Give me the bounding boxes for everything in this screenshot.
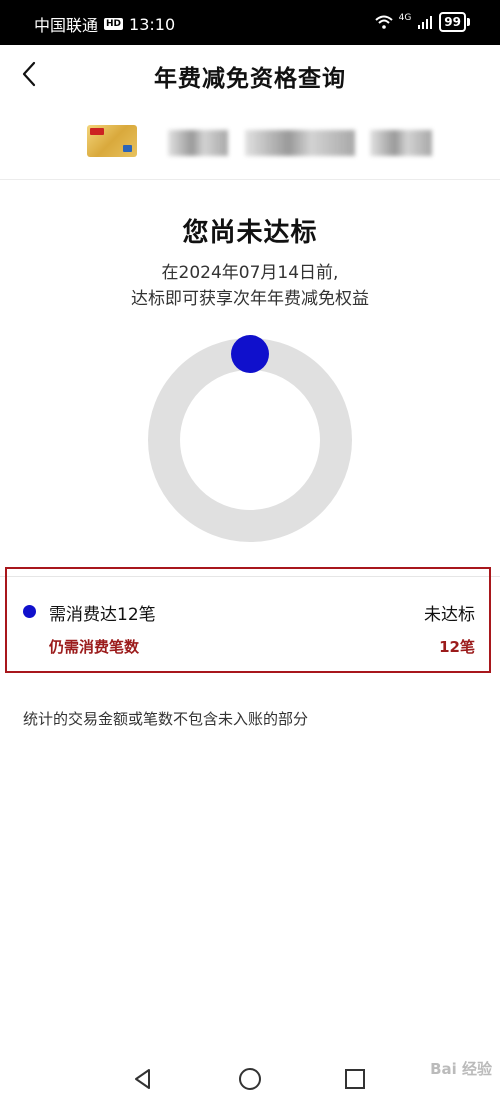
carrier-label: 中国联通: [34, 16, 99, 35]
status-bar: 中国联通 HD 13:10 4G 99: [0, 0, 500, 45]
result-description: 在2024年07月14日前, 达标即可获享次年年费减免权益: [0, 260, 500, 312]
status-right: 4G 99: [374, 12, 470, 32]
bank-logo-icon: [90, 128, 104, 135]
progress-ring: [148, 335, 352, 542]
network-type: 4G: [398, 13, 412, 23]
nav-recents-square-icon[interactable]: [340, 1064, 370, 1094]
masked-card-info: [245, 130, 355, 156]
footnote: 统计的交易金额或笔数不包含未入账的部分: [23, 710, 309, 728]
clock: 13:10: [129, 14, 176, 34]
credit-card-image: [87, 125, 137, 157]
requirement-dot-icon: [23, 605, 36, 618]
progress-indicator-dot: [231, 335, 269, 373]
watermark: Bai 经验: [430, 1060, 492, 1078]
result-description-line1: 在2024年07月14日前,: [161, 263, 339, 283]
nav-home-circle-icon[interactable]: [235, 1064, 265, 1094]
progress-ring-track: [148, 338, 352, 542]
remaining-value: 12笔: [439, 638, 475, 656]
result-title: 您尚未达标: [182, 218, 318, 248]
result-description-line2: 达标即可获享次年年费减免权益: [131, 289, 369, 309]
masked-card-info: [168, 130, 228, 156]
battery-icon: 99: [439, 12, 466, 32]
requirement-status: 未达标: [424, 605, 475, 625]
remaining-label: 仍需消费笔数: [49, 638, 140, 656]
signal-icon: [418, 16, 433, 29]
system-nav-bar: [0, 1050, 500, 1111]
status-left: 中国联通 HD 13:10: [34, 12, 175, 36]
wifi-icon: [374, 15, 393, 29]
requirement-label: 需消费达12笔: [49, 605, 156, 625]
masked-card-info: [370, 130, 432, 156]
header: 年费减免资格查询: [0, 45, 500, 105]
battery-tip: [467, 18, 470, 26]
card-network-icon: [123, 145, 132, 152]
nav-back-triangle-icon[interactable]: [128, 1064, 158, 1094]
requirement-box: 需消费达12笔 未达标 仍需消费笔数 12笔: [5, 567, 491, 673]
page-title: 年费减免资格查询: [154, 66, 346, 92]
hd-badge: HD: [104, 18, 124, 30]
